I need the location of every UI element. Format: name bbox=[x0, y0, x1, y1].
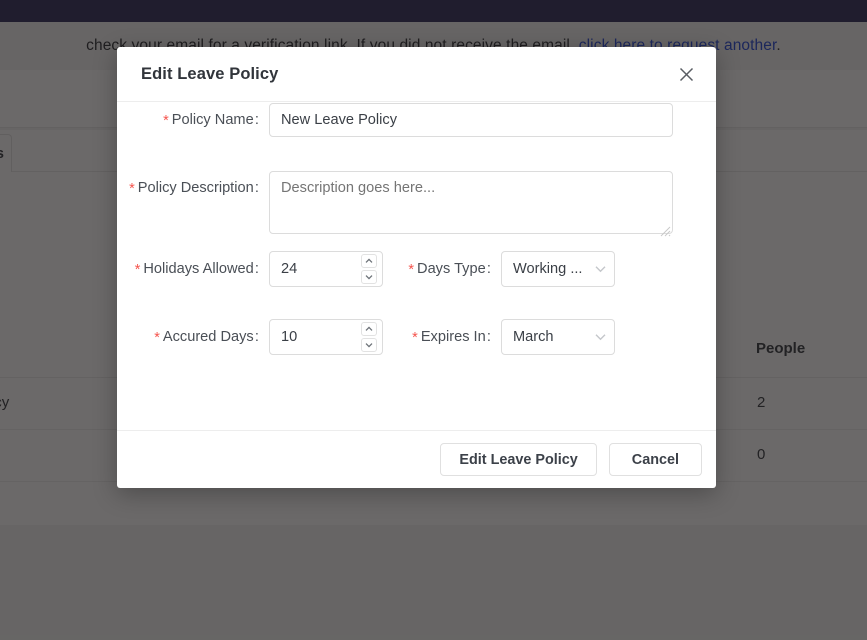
label-text: Accured Days bbox=[162, 329, 254, 345]
chevron-up-icon[interactable] bbox=[361, 322, 377, 336]
label-colon: : bbox=[253, 112, 259, 128]
label-colon: : bbox=[253, 261, 259, 277]
field-expires-in: * Expires In : March bbox=[383, 319, 615, 355]
required-asterisk: * bbox=[408, 262, 415, 278]
label-text: Expires In bbox=[420, 329, 486, 345]
chevron-down-icon[interactable] bbox=[361, 270, 377, 284]
days-type-value: Working ... bbox=[513, 261, 583, 277]
field-policy-description: * Policy Description : bbox=[117, 171, 673, 239]
field-holidays-allowed: * Holidays Allowed : bbox=[117, 251, 383, 287]
control-policy-description bbox=[269, 171, 673, 239]
label-text: Policy Name bbox=[171, 112, 254, 128]
dialog-body: *Policy Name : *Policy Description : bbox=[117, 102, 716, 430]
form-row-policy-description: * Policy Description : bbox=[117, 171, 716, 239]
control-policy-name bbox=[269, 103, 673, 137]
control-holidays-allowed bbox=[269, 251, 383, 287]
chevron-up-icon[interactable] bbox=[361, 254, 377, 268]
label-holidays-allowed: * Holidays Allowed : bbox=[117, 251, 269, 287]
edit-leave-policy-dialog: Edit Leave Policy * Policy Name : New Le… bbox=[117, 47, 716, 488]
expires-in-select[interactable]: March bbox=[501, 319, 615, 355]
chevron-down-icon[interactable] bbox=[361, 338, 377, 352]
cancel-button[interactable]: Cancel bbox=[608, 443, 702, 476]
dialog-header: Edit Leave Policy bbox=[117, 47, 716, 102]
field-policy-name: * Policy Name : bbox=[117, 103, 673, 137]
close-icon[interactable] bbox=[673, 61, 699, 87]
form-row-accured-expires: * Accured Days : 10 * Expires In: March bbox=[117, 319, 716, 355]
label-text: Holidays Allowed bbox=[143, 261, 254, 277]
label-colon: : bbox=[485, 329, 491, 345]
label-colon: : bbox=[485, 261, 491, 277]
required-asterisk: * bbox=[129, 181, 135, 197]
field-accured-days: * Accured Days : bbox=[117, 319, 383, 355]
form-row-holidays-days-type: * Holidays Allowed : 24 * Days Type: Wo… bbox=[117, 251, 716, 287]
dialog-title: Edit Leave Policy bbox=[141, 64, 279, 83]
policy-name-input[interactable] bbox=[269, 103, 673, 137]
field-days-type: * Days Type : Working ... bbox=[383, 251, 615, 287]
control-expires-in: March bbox=[501, 319, 615, 355]
edit-leave-policy-button[interactable]: Edit Leave Policy bbox=[440, 443, 597, 476]
dialog-footer: Edit Leave Policy Cancel bbox=[117, 430, 716, 488]
label-colon: : bbox=[253, 329, 259, 345]
control-days-type: Working ... bbox=[501, 251, 615, 287]
days-type-select[interactable]: Working ... bbox=[501, 251, 615, 287]
label-colon: : bbox=[253, 180, 259, 196]
accured-days-stepper bbox=[361, 322, 377, 352]
required-asterisk: * bbox=[154, 330, 160, 346]
required-asterisk: * bbox=[412, 330, 418, 346]
label-expires-in: * Expires In : bbox=[383, 319, 501, 355]
form-row-policy-name: * Policy Name : bbox=[117, 103, 716, 137]
required-asterisk: * bbox=[134, 262, 141, 278]
label-policy-name: * Policy Name : bbox=[117, 103, 269, 137]
label-text: Policy Description bbox=[137, 180, 254, 196]
expires-in-value: March bbox=[513, 329, 554, 345]
label-accured-days: * Accured Days : bbox=[117, 319, 269, 355]
required-asterisk: * bbox=[163, 113, 169, 129]
label-policy-description: * Policy Description : bbox=[117, 171, 269, 205]
label-days-type: * Days Type : bbox=[383, 251, 501, 287]
holidays-allowed-stepper bbox=[361, 254, 377, 284]
label-text: Days Type bbox=[417, 261, 486, 277]
policy-description-textarea[interactable] bbox=[269, 171, 673, 234]
control-accured-days bbox=[269, 319, 383, 355]
